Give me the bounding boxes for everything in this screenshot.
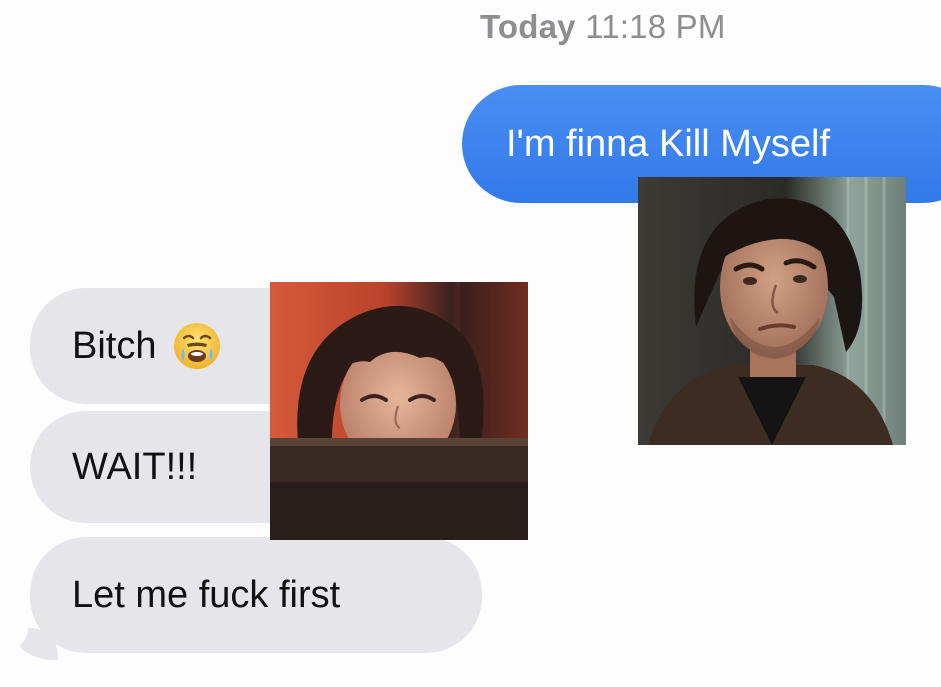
crying-face-emoji-icon xyxy=(174,323,221,369)
incoming-message-text: Let me fuck first xyxy=(72,573,341,616)
incoming-message-text: Bitch xyxy=(72,324,157,367)
outgoing-message-text: I'm finna Kill Myself xyxy=(506,122,831,165)
skeptical-man-photo xyxy=(638,177,906,445)
timestamp-time: 11:18 PM xyxy=(585,8,726,45)
thread-timestamp: Today 11:18 PM xyxy=(480,8,726,46)
message-thread: Today 11:18 PM I'm finna Kill Myself Bit… xyxy=(0,0,941,687)
smiling-woman-photo xyxy=(270,282,528,540)
incoming-message-bubble[interactable]: Let me fuck first xyxy=(30,537,482,653)
timestamp-day: Today xyxy=(480,8,576,45)
incoming-message-text: WAIT!!! xyxy=(72,445,198,488)
